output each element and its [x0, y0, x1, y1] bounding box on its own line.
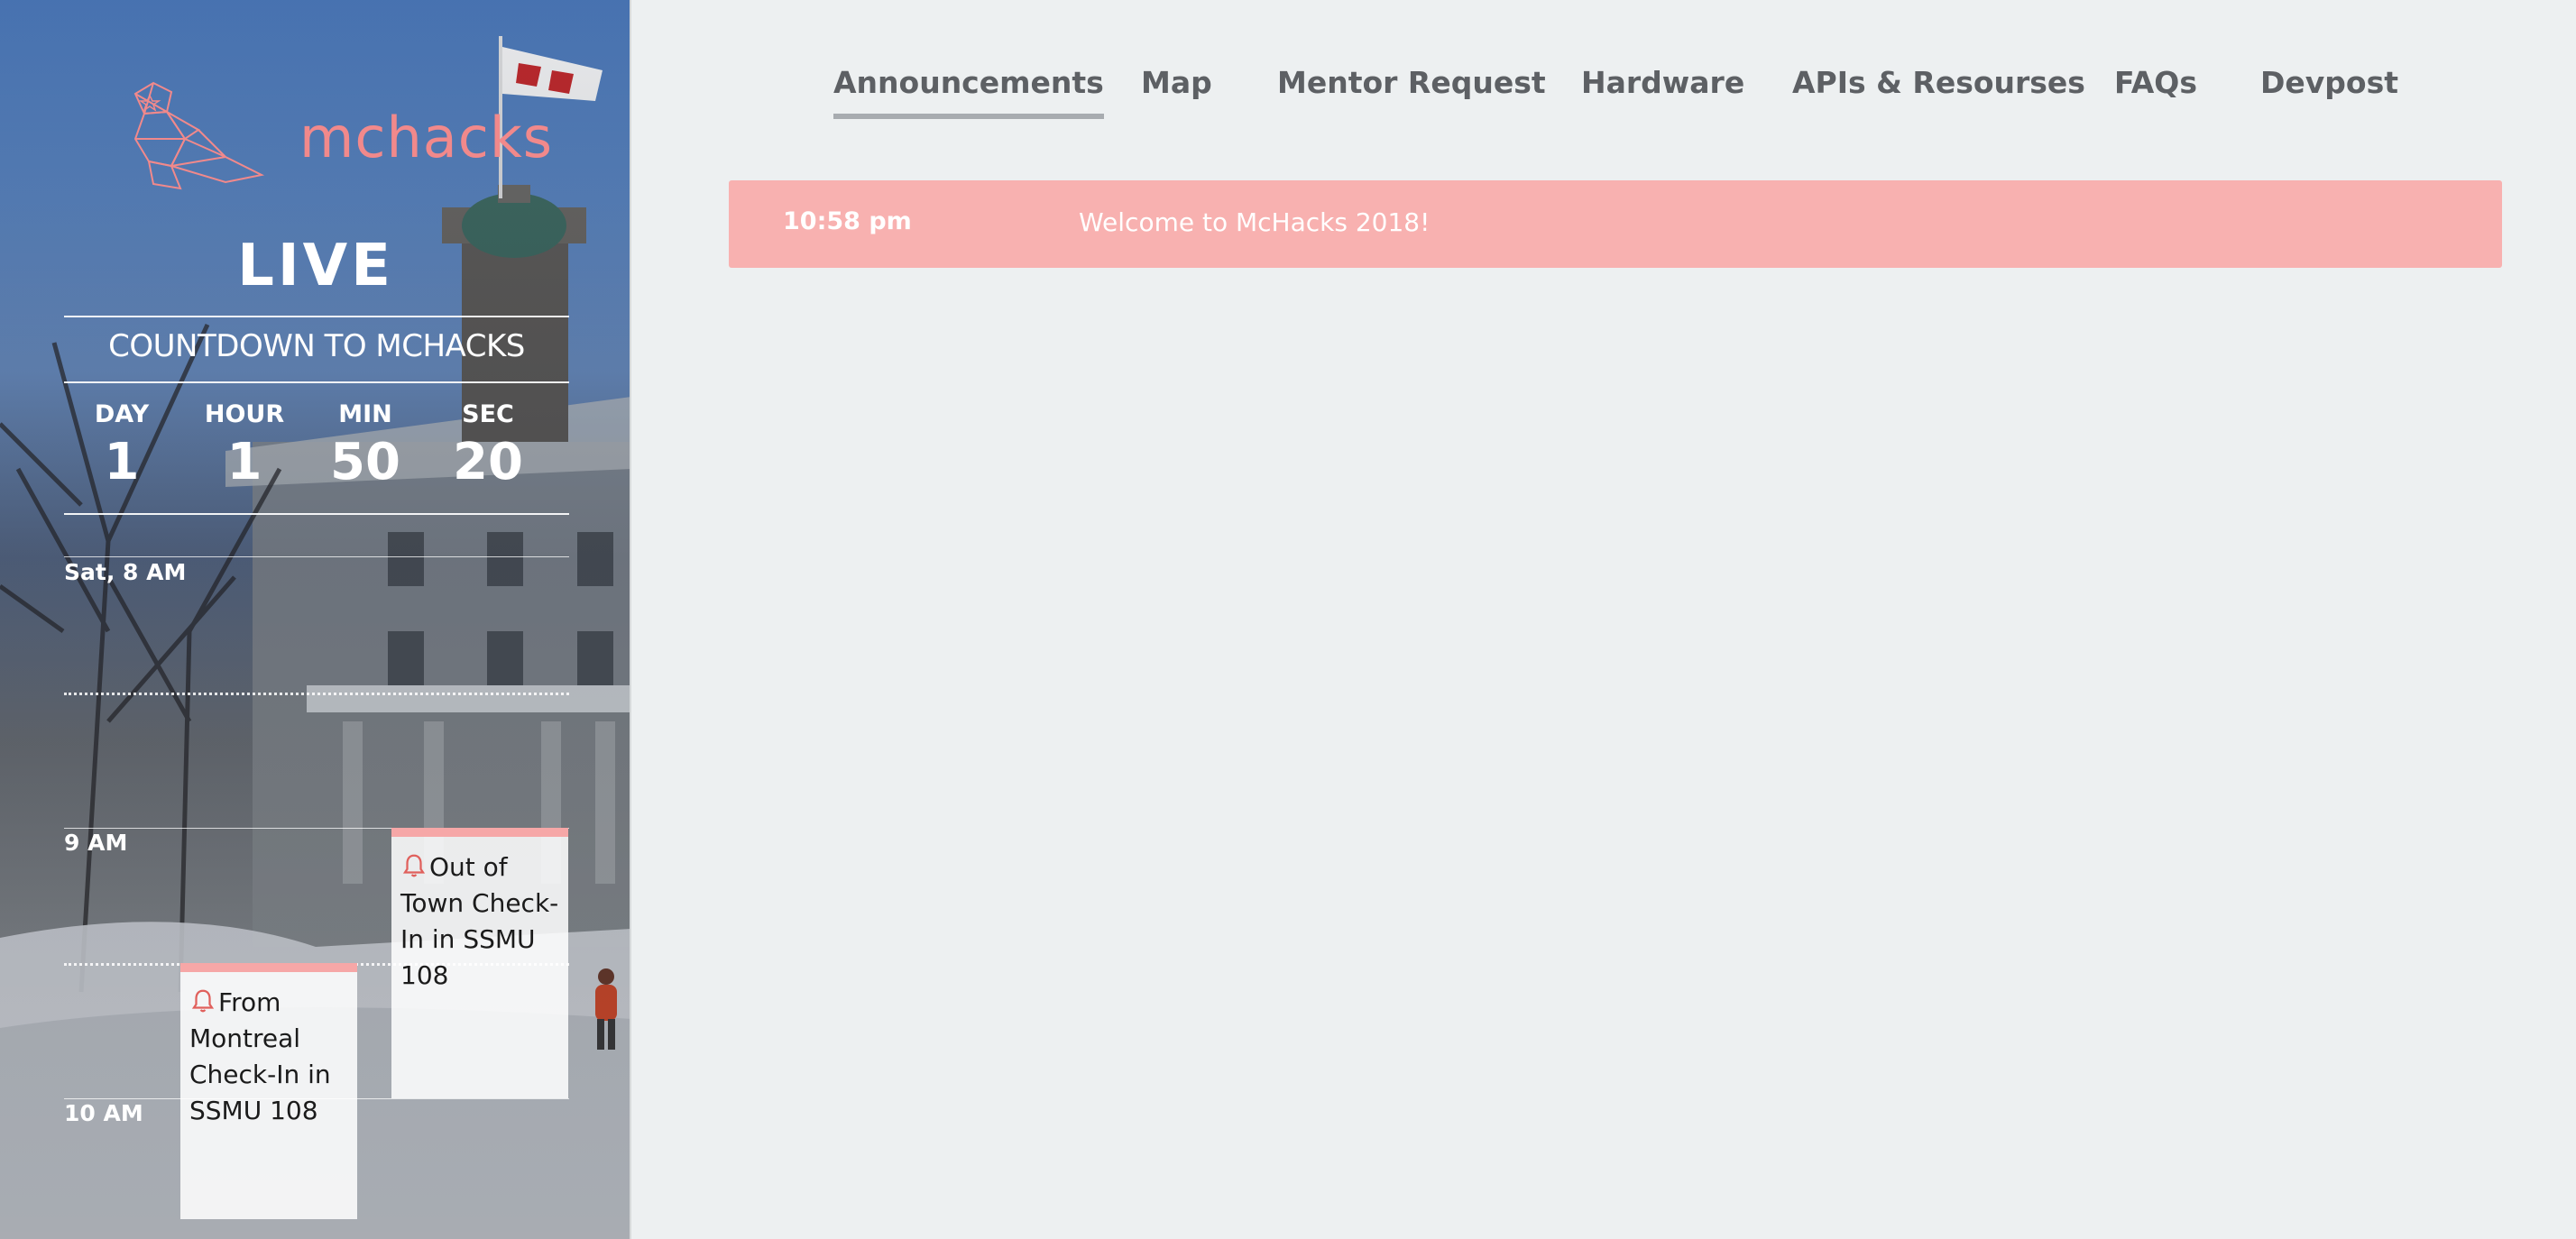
countdown-day-value: 1 [104, 433, 140, 491]
sidebar-border [630, 0, 631, 1239]
top-nav: Announcements Map Mentor Request Hardwar… [633, 65, 2576, 128]
schedule-time-label: Sat, 8 AM [64, 559, 187, 585]
schedule-time-label: 10 AM [64, 1100, 143, 1126]
countdown-hour-value: 1 [226, 433, 262, 491]
countdown-hour-label: HOUR [204, 400, 285, 428]
schedule-time-label: 9 AM [64, 830, 128, 856]
sidebar: mchacks LIVE COUNTDOWN TO MCHACKS DAY 1 … [0, 0, 631, 1239]
countdown-min-label: MIN [338, 400, 392, 428]
bell-icon [402, 854, 426, 877]
nav-faqs[interactable]: FAQs [2114, 65, 2197, 119]
divider [64, 316, 569, 317]
announcement-time: 10:58 pm [783, 207, 912, 235]
nav-mentor-request[interactable]: Mentor Request [1277, 65, 1546, 119]
main-content: Announcements Map Mentor Request Hardwar… [633, 0, 2576, 1239]
countdown-sec: SEC 20 [429, 400, 547, 491]
countdown-sec-label: SEC [462, 400, 514, 428]
divider [64, 513, 569, 515]
bell-icon [191, 989, 215, 1013]
live-heading: LIVE [237, 233, 394, 299]
event-card-out-of-town-check-in[interactable]: Out of Town Check-In in SSMU 108 [391, 828, 568, 1098]
nav-hardware[interactable]: Hardware [1581, 65, 1744, 119]
announcement-item: 10:58 pm Welcome to McHacks 2018! [729, 180, 2502, 268]
countdown-min: MIN 50 [307, 400, 424, 491]
schedule-hour-line [64, 556, 569, 557]
countdown-title: COUNTDOWN TO MCHACKS [108, 328, 525, 364]
nav-map[interactable]: Map [1141, 65, 1212, 119]
mchacks-seal-logo [133, 81, 265, 190]
event-card-from-montreal-check-in[interactable]: From Montreal Check-In in SSMU 108 [180, 963, 357, 1219]
countdown-sec-value: 20 [453, 433, 523, 491]
announcement-text: Welcome to McHacks 2018! [1079, 207, 1431, 237]
nav-announcements[interactable]: Announcements [833, 65, 1104, 119]
nav-devpost[interactable]: Devpost [2260, 65, 2398, 119]
countdown-day: DAY 1 [63, 400, 180, 491]
countdown-min-value: 50 [330, 433, 400, 491]
countdown-day-label: DAY [94, 400, 150, 428]
divider [64, 381, 569, 383]
nav-apis-resources[interactable]: APIs & Resourses [1792, 65, 2085, 119]
countdown-hour: HOUR 1 [186, 400, 303, 491]
mchacks-logo-text: mchacks [299, 105, 554, 170]
schedule-half-hour-line [64, 693, 569, 695]
